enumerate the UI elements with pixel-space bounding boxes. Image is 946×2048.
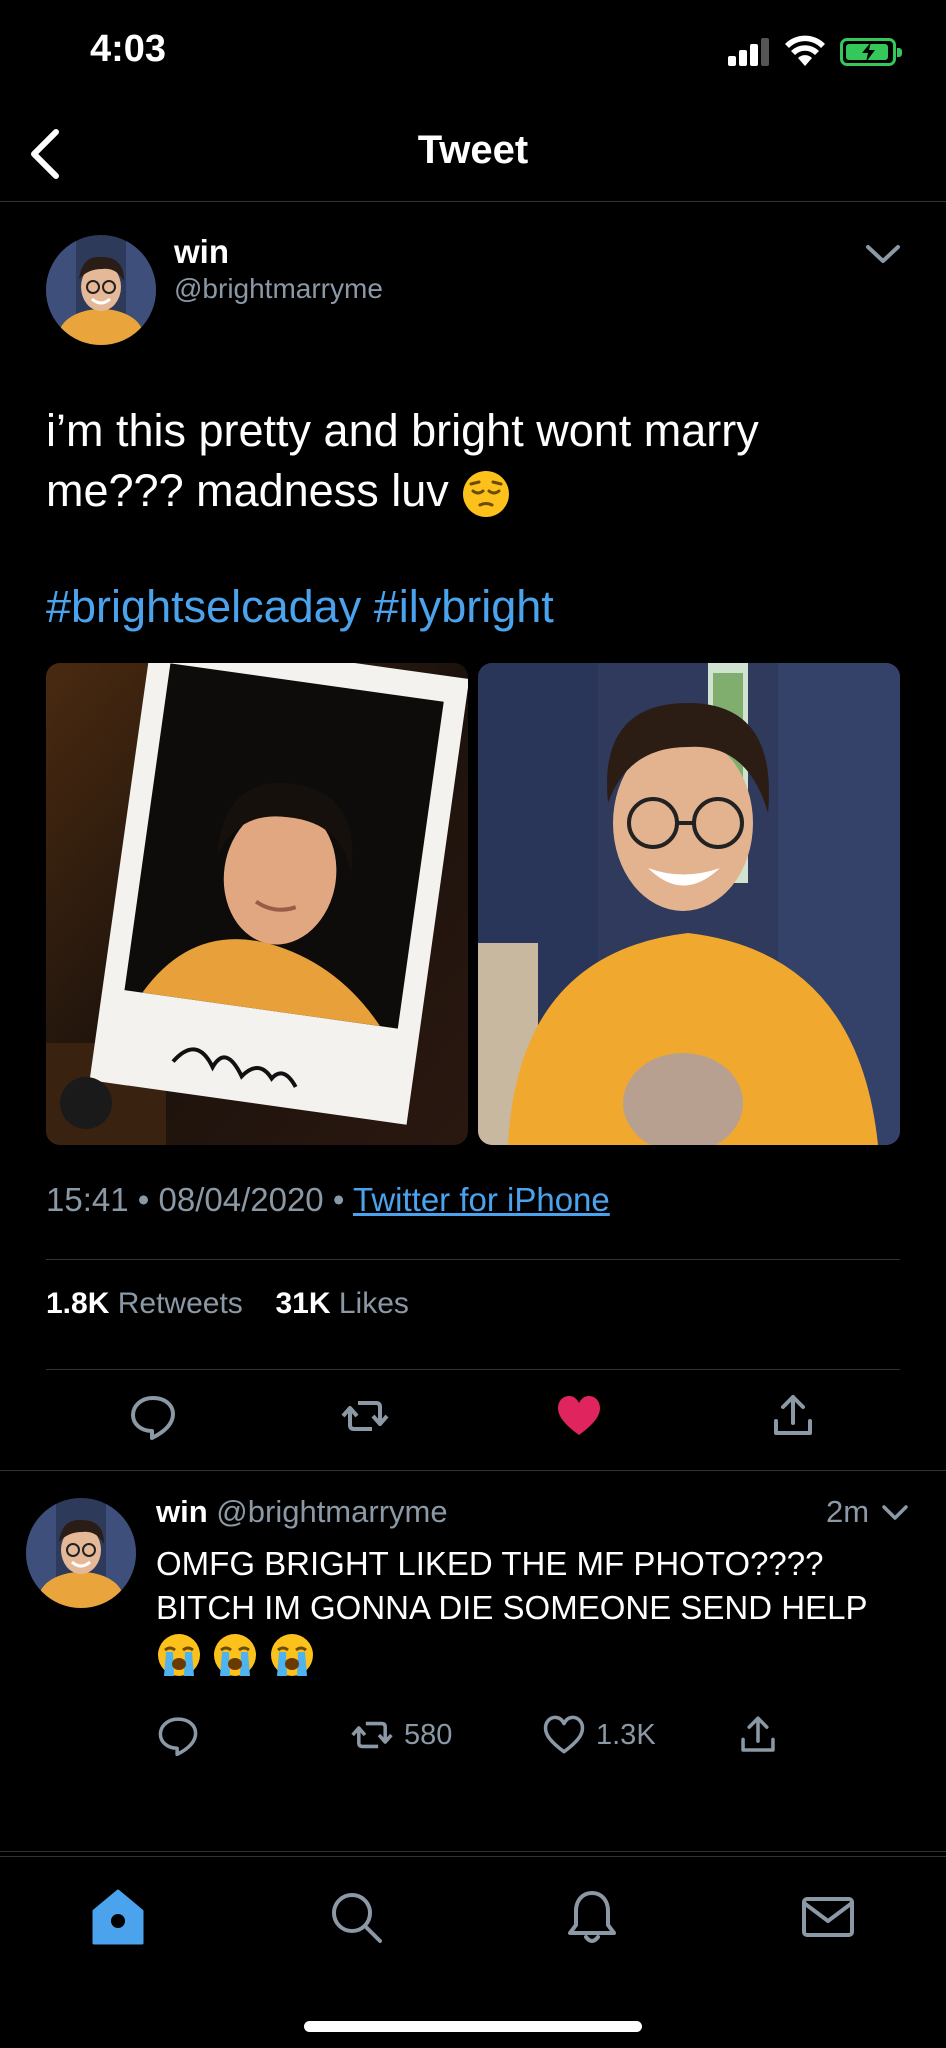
loudly-crying-face-icon — [270, 1634, 313, 1676]
search-icon[interactable] — [326, 1887, 386, 1947]
reply-actions: 580 1.3K — [0, 1710, 946, 1760]
reply-like-count: 1.3K — [596, 1718, 656, 1751]
reply-icon — [158, 1717, 198, 1757]
author-name[interactable]: win — [174, 233, 229, 271]
reply-text: OMFG BRIGHT LIKED THE MF PHOTO???? BITCH… — [156, 1545, 868, 1626]
reply-retweet-button[interactable]: 580 — [350, 1710, 452, 1760]
share-icon — [741, 1716, 775, 1752]
status-time: 4:03 — [90, 28, 167, 70]
tweet-meta: 15:41 • 08/04/2020 • Twitter for iPhone — [46, 1181, 610, 1219]
retweet-icon — [351, 1721, 393, 1749]
tweet-text-content: i’m this pretty and bright wont marry me… — [46, 405, 759, 516]
tweet-time: 15:41 — [46, 1181, 129, 1218]
retweets-count[interactable]: 1.8K — [46, 1287, 109, 1320]
tweet-photo-selfie[interactable] — [478, 663, 900, 1145]
retweets-label[interactable]: Retweets — [118, 1287, 243, 1320]
reply-emojis — [156, 1632, 321, 1678]
media-grid — [46, 663, 900, 1145]
battery-icon — [840, 38, 902, 66]
author-handle[interactable]: @brightmarryme — [174, 273, 383, 305]
home-icon[interactable] — [88, 1887, 148, 1947]
divider — [46, 1369, 900, 1370]
reply-header: win @brightmarryme — [156, 1494, 448, 1530]
reply-author-handle[interactable]: @brightmarryme — [216, 1494, 447, 1529]
likes-count[interactable]: 31K — [275, 1287, 330, 1320]
reply-author-name[interactable]: win — [156, 1494, 208, 1529]
home-indicator[interactable] — [304, 2021, 642, 2032]
retweet-icon[interactable] — [340, 1391, 390, 1441]
hashtag-link[interactable]: #ilybright — [374, 581, 554, 632]
reply-like-button[interactable]: 1.3K — [542, 1710, 656, 1760]
chevron-down-icon[interactable] — [862, 239, 904, 269]
likes-label[interactable]: Likes — [339, 1287, 409, 1320]
tweet-actions — [0, 1391, 946, 1451]
heart-outline-icon — [543, 1715, 585, 1754]
page-title: Tweet — [417, 128, 529, 172]
tweet-stats: 1.8K Retweets 31K Likes — [46, 1287, 409, 1321]
tab-bar — [0, 1856, 946, 2048]
reply-icon[interactable] — [128, 1391, 178, 1441]
divider — [46, 1259, 900, 1260]
meta-separator: • — [332, 1181, 345, 1218]
pensive-face-icon — [463, 471, 510, 518]
loudly-crying-face-icon — [158, 1634, 200, 1676]
like-icon[interactable] — [554, 1391, 604, 1441]
tweet-source-link[interactable]: Twitter for iPhone — [353, 1181, 610, 1218]
nav-header: Tweet — [0, 110, 946, 202]
reply-retweet-count: 580 — [404, 1718, 453, 1751]
notifications-bell-icon[interactable] — [562, 1887, 622, 1947]
share-icon[interactable] — [768, 1391, 818, 1441]
avatar[interactable] — [26, 1498, 136, 1608]
tweet-photo-polaroid[interactable] — [46, 663, 468, 1145]
status-bar: 4:03 — [0, 0, 946, 100]
cellular-signal-icon — [728, 38, 770, 66]
loudly-crying-face-icon — [214, 1634, 257, 1676]
hashtag-link[interactable]: #brightselcaday — [46, 581, 361, 632]
avatar[interactable] — [46, 235, 156, 345]
reply-reply-button[interactable] — [156, 1710, 200, 1760]
reply-tweet[interactable]: win @brightmarryme 2m OMFG BRIGHT LIKED … — [0, 1472, 946, 1852]
chevron-down-icon[interactable] — [880, 1502, 910, 1524]
meta-separator: • — [137, 1181, 150, 1218]
messages-envelope-icon[interactable] — [798, 1887, 858, 1947]
main-tweet: win @brightmarryme i’m this pretty and b… — [0, 203, 946, 1471]
wifi-icon — [785, 35, 825, 66]
reply-share-button[interactable] — [736, 1710, 780, 1760]
reply-time: 2m — [826, 1494, 870, 1529]
tweet-date: 08/04/2020 — [158, 1181, 324, 1218]
hashtags: #brightselcaday #ilybright — [46, 581, 554, 633]
tweet-text: i’m this pretty and bright wont marry me… — [46, 401, 906, 521]
